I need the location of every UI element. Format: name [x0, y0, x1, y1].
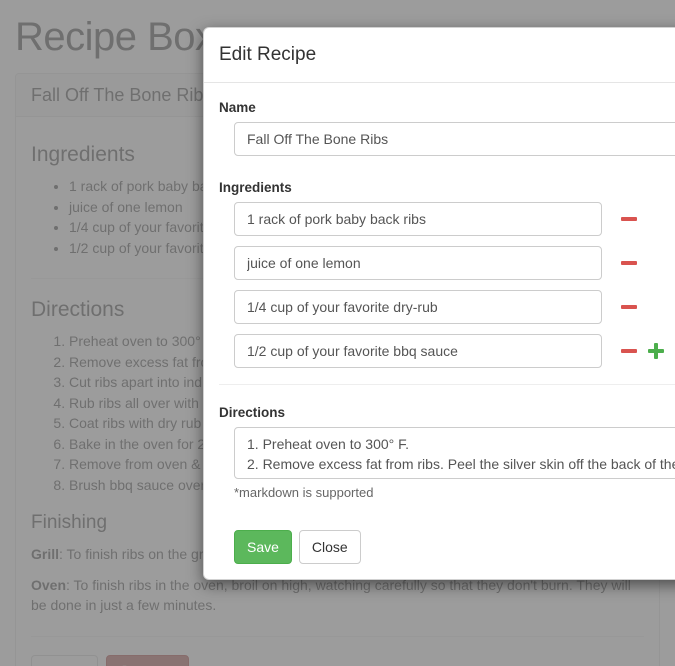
divider: [219, 384, 675, 385]
ingredient-input-4[interactable]: [234, 334, 602, 368]
ingredient-row: [234, 290, 675, 324]
modal-header: Edit Recipe: [204, 28, 675, 83]
ingredient-input-1[interactable]: [234, 202, 602, 236]
ingredients-field-list: [219, 202, 675, 368]
plus-icon[interactable]: [647, 342, 665, 360]
ingredient-input-3[interactable]: [234, 290, 602, 324]
directions-textarea[interactable]: 1. Preheat oven to 300° F. 2. Remove exc…: [234, 427, 675, 479]
name-label: Name: [219, 100, 256, 115]
name-field-wrap: [219, 122, 675, 156]
save-button[interactable]: Save: [234, 530, 292, 564]
minus-icon[interactable]: [620, 342, 638, 360]
modal-actions: Save Close: [219, 530, 675, 564]
edit-recipe-modal: Edit Recipe Name Ingredients: [203, 27, 675, 580]
ingredient-row: [234, 334, 675, 368]
minus-icon[interactable]: [620, 254, 638, 272]
markdown-note: *markdown is supported: [234, 485, 374, 500]
ingredients-label: Ingredients: [219, 180, 292, 195]
ingredient-row: [234, 246, 675, 280]
minus-icon[interactable]: [620, 298, 638, 316]
ingredient-row: [234, 202, 675, 236]
modal-title: Edit Recipe: [219, 44, 317, 65]
directions-field-wrap: 1. Preheat oven to 300° F. 2. Remove exc…: [219, 427, 675, 502]
minus-icon[interactable]: [620, 210, 638, 228]
close-button[interactable]: Close: [298, 530, 361, 564]
ingredient-input-2[interactable]: [234, 246, 602, 280]
recipe-name-input[interactable]: [234, 122, 675, 156]
modal-body: Name Ingredients: [204, 83, 675, 579]
directions-label: Directions: [219, 405, 286, 420]
